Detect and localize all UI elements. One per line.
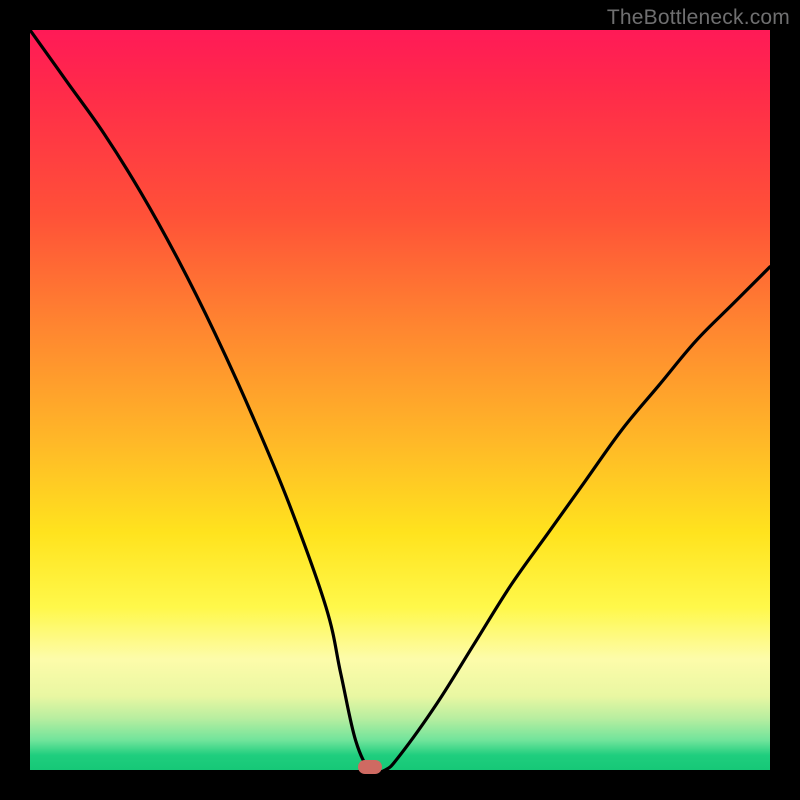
bottleneck-curve: [30, 30, 770, 770]
watermark-text: TheBottleneck.com: [607, 6, 790, 30]
optimal-point-marker: [358, 760, 382, 774]
chart-frame: TheBottleneck.com: [0, 0, 800, 800]
